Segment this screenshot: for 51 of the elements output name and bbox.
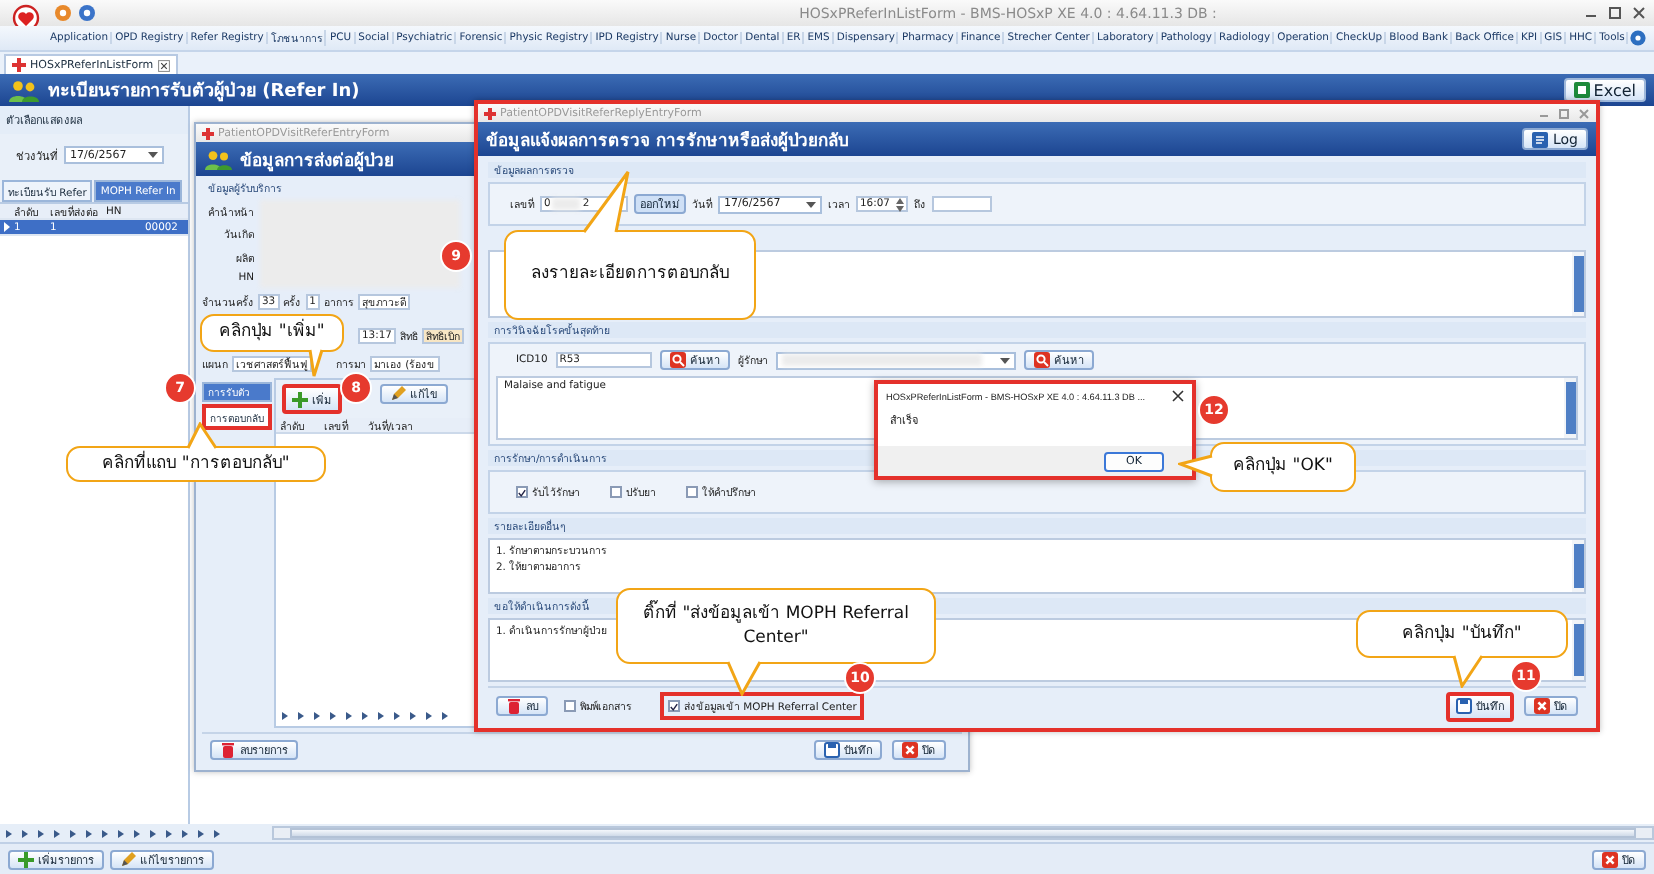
form-heading: ข้อมูลการส่งต่อผู้ป่วย — [240, 149, 394, 173]
help-icon[interactable] — [1629, 30, 1646, 46]
excel-button[interactable]: Excel — [1563, 78, 1646, 102]
checkmark-icon — [518, 487, 526, 497]
trash-icon — [506, 698, 522, 714]
plus-icon — [292, 391, 308, 407]
form-heading: ข้อมูลแจ้งผลการตรวจ การรักษาหรือส่งผู้ป่วยกลับ — [486, 129, 848, 153]
caret-icon — [148, 152, 158, 158]
callout-bubble: คลิกปุ่ม "เพิ่ม" — [200, 314, 344, 352]
page-heading: ทะเบียนรายการรับตัวผู้ป่วย (Refer In) — [48, 78, 362, 104]
spinner-icon — [895, 197, 904, 211]
doctor-dropdown[interactable] — [775, 351, 1016, 369]
redacted-block — [552, 198, 581, 210]
close-icon[interactable] — [157, 59, 170, 71]
callout-bubble: คลิกปุ่ม "OK" — [1210, 442, 1356, 492]
people-icon — [8, 79, 40, 101]
scrollbar[interactable] — [1572, 252, 1584, 316]
text-field[interactable] — [931, 196, 992, 212]
callout-pointer — [582, 170, 630, 234]
search-icon — [669, 352, 686, 368]
floppy-icon — [824, 742, 840, 758]
close-icon[interactable] — [1632, 6, 1646, 20]
callout-bubble: ติ๊กที่ "ส่งข้อมูลเข้า MOPH Referral Center" — [616, 588, 936, 664]
people-icon — [204, 149, 232, 169]
scrollbar[interactable] — [1572, 620, 1584, 680]
caret-icon — [999, 357, 1010, 363]
cross-icon — [202, 127, 214, 139]
search-icon — [1033, 352, 1050, 368]
close-icon — [1534, 698, 1550, 714]
maximize-icon[interactable] — [1608, 6, 1622, 20]
floppy-icon — [1456, 698, 1472, 714]
scrollbar[interactable] — [1564, 378, 1576, 438]
plus-icon — [18, 851, 34, 867]
cross-icon — [484, 107, 496, 119]
row-indicator-icon — [3, 222, 9, 232]
circle-icon[interactable] — [54, 4, 72, 22]
pencil-icon — [120, 851, 136, 867]
scrollbar[interactable] — [1572, 540, 1584, 592]
circle-icon[interactable] — [78, 4, 96, 22]
close-icon — [1602, 851, 1618, 867]
close-icon — [902, 742, 918, 758]
pencil-icon — [390, 386, 406, 402]
document-icon — [1532, 131, 1549, 147]
caret-icon — [806, 201, 816, 207]
checkmark-icon — [670, 701, 678, 711]
scrollbar[interactable] — [272, 826, 1654, 840]
spreadsheet-icon — [1573, 82, 1590, 98]
callout-bubble: ลงรายละเอียดการตอบกลับ — [504, 230, 756, 320]
cross-icon — [12, 58, 26, 72]
trash-icon — [220, 742, 236, 758]
close-icon[interactable] — [1172, 390, 1184, 402]
